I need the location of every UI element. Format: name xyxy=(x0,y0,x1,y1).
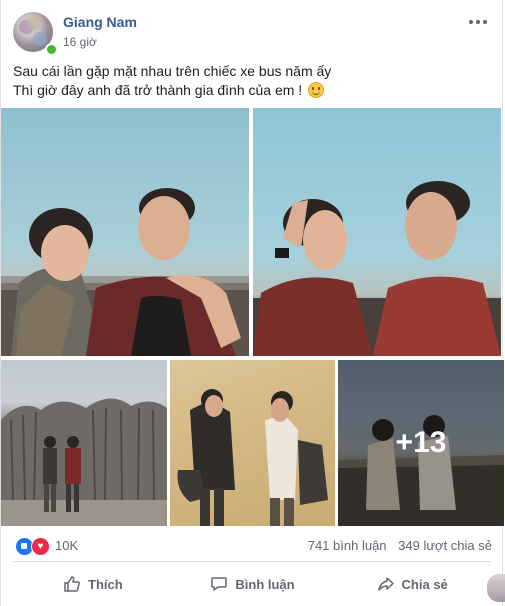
reaction-stats: ♥ 10K 741 bình luận 349 lượt chia sẻ xyxy=(1,532,504,558)
action-bar: Thích Bình luận Chia sẻ xyxy=(13,567,492,601)
photo-3-scene xyxy=(1,398,167,526)
love-reaction-icon[interactable]: ♥ xyxy=(31,537,50,556)
photo-4[interactable] xyxy=(170,360,335,526)
photo-5-more[interactable]: +13 xyxy=(338,360,504,526)
post-text-line-2: Thì giờ đây anh đã trở thành gia đình củ… xyxy=(13,81,473,100)
like-label: Thích xyxy=(88,576,123,592)
chat-contact-avatar[interactable] xyxy=(487,574,505,602)
photo-1-scene xyxy=(1,188,249,356)
more-photos-count: +13 xyxy=(395,426,447,459)
ellipsis-icon[interactable] xyxy=(468,12,488,26)
post-text-line-1: Sau cái lần gặp mặt nhau trên chiếc xe b… xyxy=(13,63,332,79)
share-label: Chia sẻ xyxy=(401,576,448,592)
photo-4-scene xyxy=(177,389,328,526)
reaction-count[interactable]: 10K xyxy=(55,538,78,553)
divider xyxy=(13,561,492,562)
smile-emoji-icon xyxy=(308,82,325,98)
author-name[interactable]: Giang Nam xyxy=(63,14,137,30)
post-text: Sau cái lần gặp mặt nhau trên chiếc xe b… xyxy=(13,62,473,100)
thumbs-up-icon xyxy=(64,576,80,592)
speech-bubble-icon xyxy=(211,577,228,591)
photo-2-scene xyxy=(253,181,501,356)
post-card: Giang Nam 16 giờ Sau cái lần gặp mặt nha… xyxy=(0,0,504,606)
photo-1[interactable] xyxy=(1,108,249,356)
photo-3[interactable] xyxy=(1,360,167,526)
comment-count[interactable]: 741 bình luận xyxy=(308,538,387,553)
share-button[interactable]: Chia sẻ xyxy=(332,567,492,601)
engagement-counts: 741 bình luận 349 lượt chia sẻ xyxy=(300,538,492,553)
like-button[interactable]: Thích xyxy=(13,567,173,601)
share-count[interactable]: 349 lượt chia sẻ xyxy=(398,538,492,553)
comment-label: Bình luận xyxy=(235,576,295,592)
photo-2[interactable] xyxy=(253,108,501,356)
online-indicator xyxy=(45,43,58,56)
post-text-line-2-content: Thì giờ đây anh đã trở thành gia đình củ… xyxy=(13,82,303,98)
comment-button[interactable]: Bình luận xyxy=(173,567,333,601)
share-arrow-icon xyxy=(377,577,394,591)
post-time[interactable]: 16 giờ xyxy=(63,35,97,49)
